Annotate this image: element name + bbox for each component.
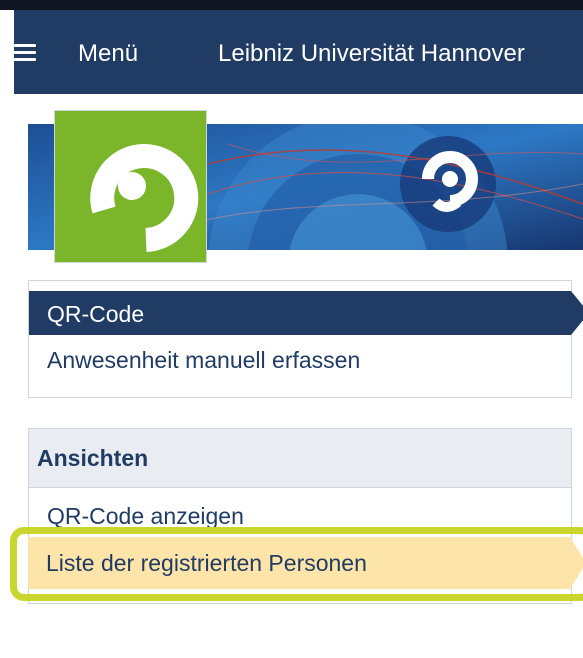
menu-item-manual-attendance[interactable]: Anwesenheit manuell erfassen bbox=[29, 337, 571, 381]
active-arrow-icon bbox=[571, 291, 583, 335]
menu-item-qr-code[interactable]: QR-Code bbox=[29, 291, 583, 335]
top-navbar: Menü Leibniz Universität Hannover bbox=[14, 10, 583, 94]
views-heading-bar: Ansichten bbox=[29, 429, 571, 488]
ilias-logo[interactable] bbox=[53, 109, 208, 264]
university-title[interactable]: Leibniz Universität Hannover bbox=[218, 40, 525, 68]
views-item-show-qr[interactable]: QR-Code anzeigen bbox=[29, 493, 571, 537]
views-item-registered-list[interactable]: Liste der registrierten Personen bbox=[28, 537, 583, 589]
menu-item-manual-attendance-label: Anwesenheit manuell erfassen bbox=[47, 347, 361, 373]
menu-button[interactable]: Menü bbox=[14, 10, 184, 94]
chevron-right-icon bbox=[570, 537, 583, 589]
top-strip bbox=[0, 0, 583, 10]
views-item-show-qr-label: QR-Code anzeigen bbox=[47, 503, 244, 529]
hamburger-icon bbox=[14, 44, 36, 62]
qr-menu-box: QR-Code Anwesenheit manuell erfassen bbox=[28, 280, 583, 398]
menu-label: Menü bbox=[78, 40, 139, 67]
views-heading: Ansichten bbox=[37, 445, 149, 471]
menu-item-qr-code-label: QR-Code bbox=[47, 301, 145, 327]
views-item-registered-list-label: Liste der registrierten Personen bbox=[46, 550, 367, 576]
